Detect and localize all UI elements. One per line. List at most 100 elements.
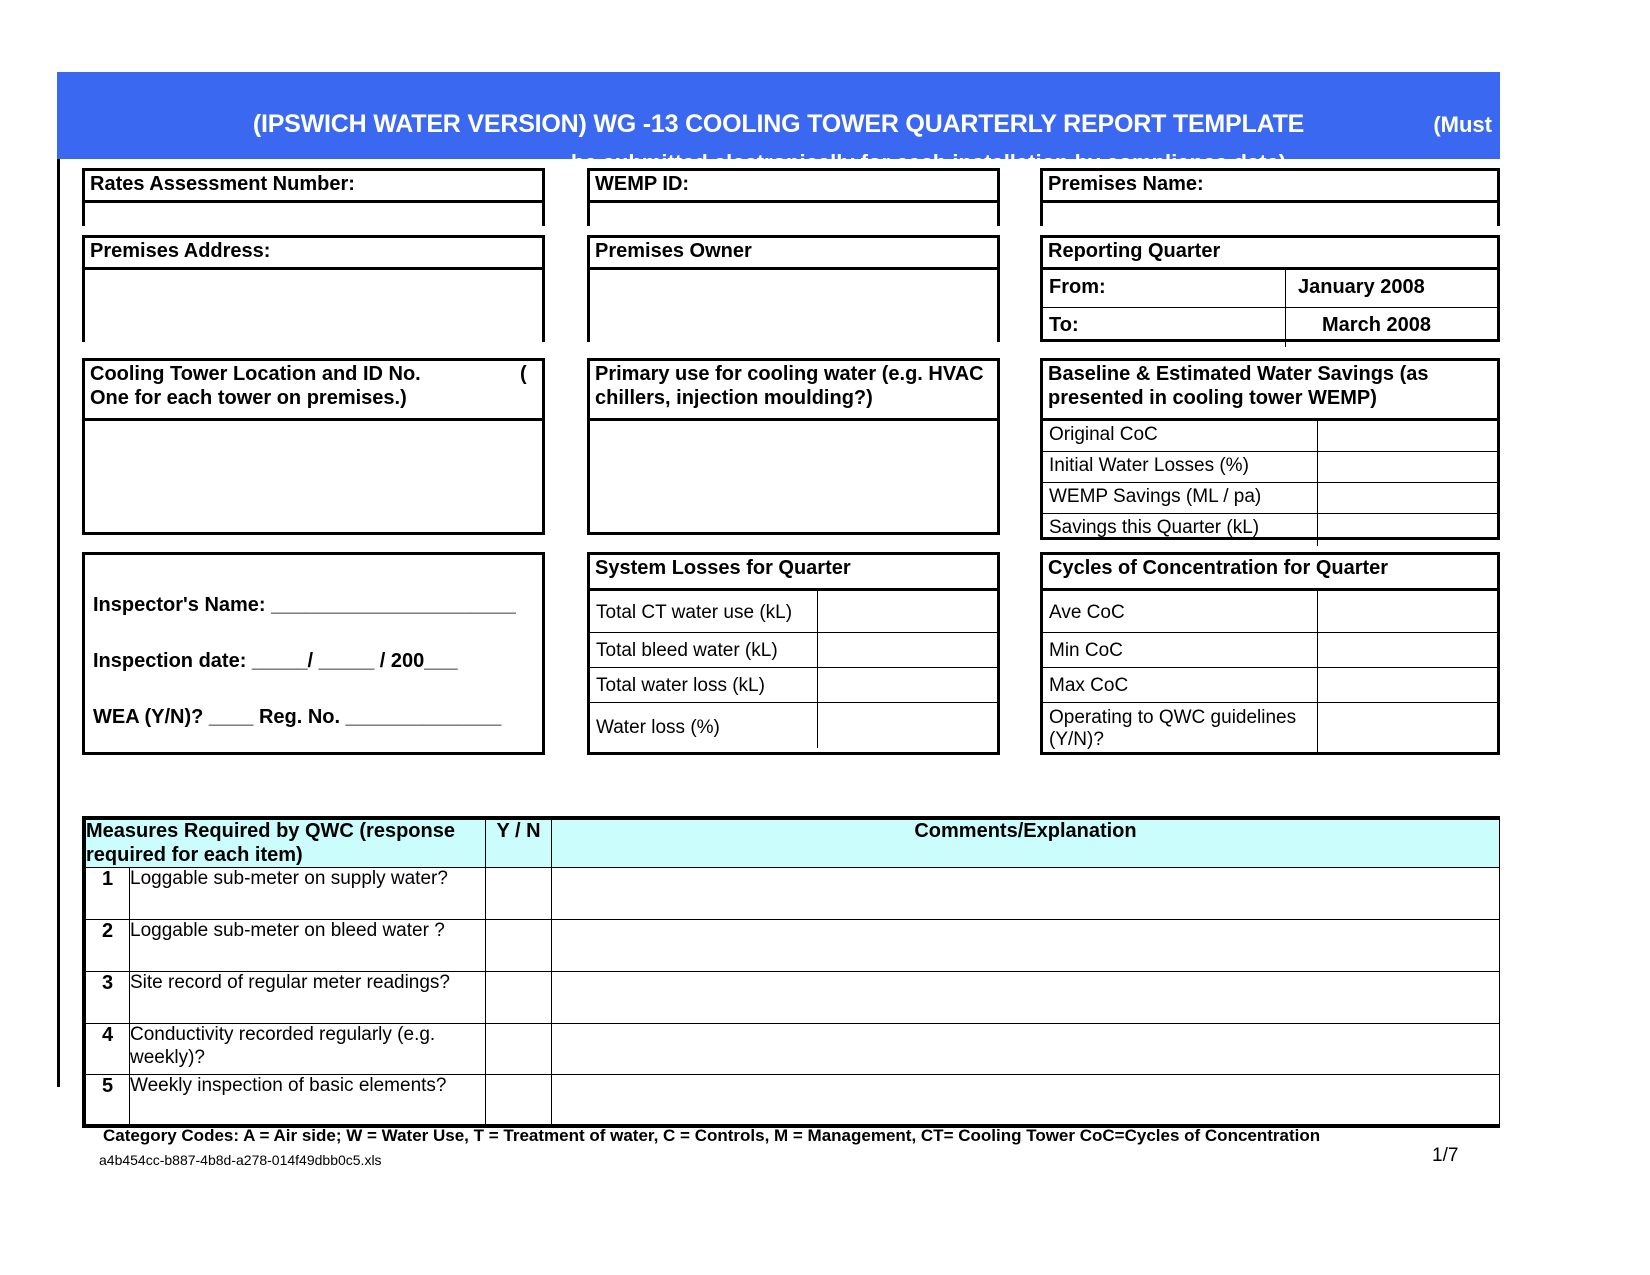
cooling-tower-location-label-paren: ( xyxy=(520,363,527,385)
reporting-quarter-from-label: From: xyxy=(1043,269,1286,307)
system-losses-row: Total CT water use (kL) xyxy=(590,591,997,633)
cooling-tower-location-label-line1: Cooling Tower Location and ID No. xyxy=(90,363,421,385)
rates-assessment-number-box: Rates Assessment Number: xyxy=(82,168,545,228)
measures-header-left-line2: required for each item) xyxy=(86,843,303,866)
rates-assessment-number-label: Rates Assessment Number: xyxy=(85,171,542,203)
cycles-label-min-coc: Min CoC xyxy=(1043,633,1318,667)
cycles-of-concentration-box: Cycles of Concentration for Quarter Ave … xyxy=(1040,552,1500,755)
baseline-savings-value-initial-water-losses[interactable] xyxy=(1318,452,1497,482)
rates-assessment-number-input[interactable] xyxy=(85,202,542,228)
table-row: 1 Loggable sub-meter on supply water? xyxy=(85,867,1500,921)
cycles-label-operating-to-qwc-line1: Operating to QWC guidelines xyxy=(1049,707,1297,728)
measure-comment-input[interactable] xyxy=(551,1074,1500,1126)
baseline-savings-value-wemp-savings[interactable] xyxy=(1318,483,1497,513)
table-row: 2 Loggable sub-meter on bleed water ? xyxy=(85,919,1500,973)
baseline-savings-value-savings-this-quarter[interactable] xyxy=(1318,514,1497,546)
reporting-quarter-to-label: To: xyxy=(1043,307,1286,347)
premises-owner-input[interactable] xyxy=(590,269,997,342)
measure-comment-input[interactable] xyxy=(551,1023,1500,1076)
cooling-tower-location-label: Cooling Tower Location and ID No. ( One … xyxy=(85,361,542,421)
measure-yn-input[interactable] xyxy=(485,1023,552,1076)
footer-filename: a4b454cc-b887-4b8d-a278-014f49dbb0c5.xls xyxy=(99,1152,382,1168)
measure-comment-input[interactable] xyxy=(551,971,1500,1025)
measure-number: 1 xyxy=(85,867,130,921)
primary-use-label-line2: chillers, injection moulding?) xyxy=(595,386,873,409)
cooling-tower-location-box: Cooling Tower Location and ID No. ( One … xyxy=(82,358,545,535)
cycles-value-operating-to-qwc[interactable] xyxy=(1318,703,1497,755)
premises-address-input[interactable] xyxy=(85,269,542,342)
inspector-name-line[interactable]: Inspector's Name: ______________________ xyxy=(85,555,542,615)
reporting-quarter-title: Reporting Quarter xyxy=(1043,238,1497,270)
system-losses-value-total-water-loss[interactable] xyxy=(818,668,997,702)
baseline-savings-row: Original CoC xyxy=(1043,421,1497,452)
measures-header-left-line1: Measures Required by QWC (response xyxy=(86,820,455,842)
baseline-savings-box: Baseline & Estimated Water Savings (as p… xyxy=(1040,358,1500,546)
reporting-quarter-from-value[interactable]: January 2008 xyxy=(1286,270,1497,307)
primary-use-label-line1: Primary use for cooling water (e.g. HVAC xyxy=(595,363,984,385)
system-losses-row: Total bleed water (kL) xyxy=(590,633,997,668)
wemp-id-label: WEMP ID: xyxy=(590,171,997,203)
measure-yn-input[interactable] xyxy=(485,919,552,973)
cycles-value-min-coc[interactable] xyxy=(1318,633,1497,667)
baseline-savings-row: WEMP Savings (ML / pa) xyxy=(1043,483,1497,514)
measure-number: 3 xyxy=(85,971,130,1025)
reporting-quarter-to-value[interactable]: March 2008 xyxy=(1286,308,1497,347)
primary-use-input[interactable] xyxy=(590,421,997,532)
primary-use-box: Primary use for cooling water (e.g. HVAC… xyxy=(587,358,1000,535)
measure-yn-input[interactable] xyxy=(485,971,552,1025)
cooling-tower-location-label-line2: One for each tower on premises.) xyxy=(90,386,407,409)
measure-question: Weekly inspection of basic elements? xyxy=(129,1074,486,1126)
inspection-date-line[interactable]: Inspection date: _____/ _____ / 200___ xyxy=(85,615,542,671)
system-losses-label-water-loss-percent: Water loss (%) xyxy=(590,703,818,748)
premises-name-label: Premises Name: xyxy=(1043,171,1497,203)
cycles-label-max-coc: Max CoC xyxy=(1043,668,1318,702)
measure-question: Conductivity recorded regularly (e.g. we… xyxy=(129,1023,486,1076)
table-row: 5 Weekly inspection of basic elements? xyxy=(85,1074,1500,1126)
baseline-savings-value-original-coc[interactable] xyxy=(1318,421,1497,451)
baseline-savings-label-savings-this-quarter: Savings this Quarter (kL) xyxy=(1043,514,1318,546)
measure-number: 5 xyxy=(85,1074,130,1126)
reporting-quarter-box: Reporting Quarter From: January 2008 To:… xyxy=(1040,235,1500,347)
cycles-value-max-coc[interactable] xyxy=(1318,668,1497,702)
cycles-value-ave-coc[interactable] xyxy=(1318,591,1497,632)
reporting-quarter-row-to: To: March 2008 xyxy=(1043,307,1497,347)
system-losses-value-total-bleed-water[interactable] xyxy=(818,633,997,667)
table-row: 4 Conductivity recorded regularly (e.g. … xyxy=(85,1023,1500,1076)
wemp-id-box: WEMP ID: xyxy=(587,168,1000,228)
measure-yn-input[interactable] xyxy=(485,867,552,921)
footer-page-number: 1/7 xyxy=(1432,1145,1459,1166)
page-subtitle: be submitted electronically for each ins… xyxy=(57,150,1500,159)
cycles-label-ave-coc: Ave CoC xyxy=(1043,591,1318,632)
cycles-of-concentration-row: Operating to QWC guidelines (Y/N)? xyxy=(1043,703,1497,755)
measures-header-yn: Y / N xyxy=(485,818,552,869)
premises-name-input[interactable] xyxy=(1043,202,1497,228)
page-title: (IPSWICH WATER VERSION) WG -13 COOLING T… xyxy=(252,110,1305,138)
inspector-details-box: Inspector's Name: ______________________… xyxy=(82,552,545,755)
baseline-savings-row: Initial Water Losses (%) xyxy=(1043,452,1497,483)
system-losses-row: Water loss (%) xyxy=(590,703,997,748)
system-losses-label-total-water-loss: Total water loss (kL) xyxy=(590,668,818,702)
system-losses-value-total-ct-water-use[interactable] xyxy=(818,591,997,632)
reporting-quarter-row-from: From: January 2008 xyxy=(1043,269,1497,308)
system-losses-box: System Losses for Quarter Total CT water… xyxy=(587,552,1000,755)
cooling-tower-location-input[interactable] xyxy=(85,421,542,532)
cycles-of-concentration-title: Cycles of Concentration for Quarter xyxy=(1043,555,1497,591)
wemp-id-input[interactable] xyxy=(590,202,997,228)
measures-header-row: Measures Required by QWC (response requi… xyxy=(85,818,1500,869)
footer-category-codes: Category Codes: A = Air side; W = Water … xyxy=(103,1126,1321,1145)
system-losses-title: System Losses for Quarter xyxy=(590,555,997,591)
premises-owner-box: Premises Owner xyxy=(587,235,1000,342)
baseline-savings-title-line2: presented in cooling tower WEMP) xyxy=(1048,386,1377,409)
baseline-savings-label-wemp-savings: WEMP Savings (ML / pa) xyxy=(1043,483,1318,513)
system-losses-row: Total water loss (kL) xyxy=(590,668,997,703)
measure-question: Loggable sub-meter on supply water? xyxy=(129,867,486,921)
measure-yn-input[interactable] xyxy=(485,1074,552,1126)
measure-comment-input[interactable] xyxy=(551,867,1500,921)
premises-address-box: Premises Address: xyxy=(82,235,545,342)
baseline-savings-title-line1: Baseline & Estimated Water Savings (as xyxy=(1048,363,1429,385)
measure-comment-input[interactable] xyxy=(551,919,1500,973)
baseline-savings-label-initial-water-losses: Initial Water Losses (%) xyxy=(1043,452,1318,482)
wea-reg-no-line[interactable]: WEA (Y/N)? ____ Reg. No. ______________ xyxy=(85,671,542,727)
system-losses-value-water-loss-percent[interactable] xyxy=(818,703,997,748)
system-losses-label-total-ct-water-use: Total CT water use (kL) xyxy=(590,591,818,632)
